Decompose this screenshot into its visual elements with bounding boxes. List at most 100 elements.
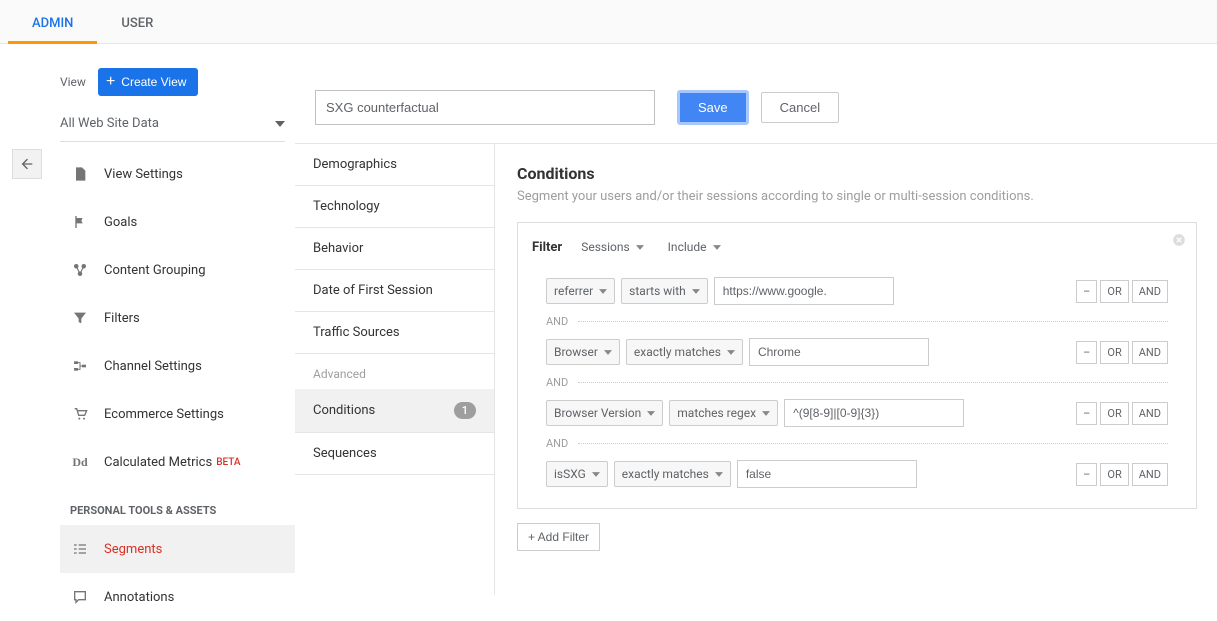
nav-goals[interactable]: Goals: [60, 198, 295, 246]
dimension-dropdown[interactable]: Browser Version: [546, 400, 663, 426]
remove-condition-button[interactable]: –: [1076, 463, 1097, 486]
cat-first-session[interactable]: Date of First Session: [295, 270, 494, 312]
nav-filters[interactable]: Filters: [60, 294, 295, 342]
nav-content-grouping[interactable]: Content Grouping: [60, 246, 295, 294]
caret-down-icon: [604, 350, 612, 355]
conditions-count-badge: 1: [454, 402, 476, 419]
cat-conditions-label: Conditions: [313, 403, 375, 418]
cat-conditions[interactable]: Conditions 1: [295, 389, 494, 433]
operator-dropdown[interactable]: matches regex: [669, 400, 778, 426]
caret-down-icon: [715, 472, 723, 477]
view-selected-value: All Web Site Data: [60, 116, 159, 131]
caret-down-icon: [727, 350, 735, 355]
operator-value: matches regex: [677, 406, 756, 420]
dimension-dropdown[interactable]: isSXG: [546, 461, 608, 487]
value-input[interactable]: [737, 460, 917, 488]
nav-label: Ecommerce Settings: [104, 407, 224, 422]
metrics-icon: Dd: [70, 452, 90, 472]
caret-down-icon: [762, 411, 770, 416]
nav-channel-settings[interactable]: Channel Settings: [60, 342, 295, 390]
operator-dropdown[interactable]: exactly matches: [614, 461, 731, 487]
cart-icon: [70, 404, 90, 424]
channel-icon: [70, 356, 90, 376]
dimension-dropdown[interactable]: Browser: [546, 339, 620, 365]
or-button[interactable]: OR: [1100, 402, 1128, 425]
remove-filter-button[interactable]: [1172, 233, 1186, 247]
filter-include-dropdown[interactable]: Include: [663, 237, 726, 257]
view-selector[interactable]: All Web Site Data: [60, 106, 285, 142]
save-button[interactable]: Save: [677, 90, 749, 125]
cat-behavior[interactable]: Behavior: [295, 228, 494, 270]
nav-label: Segments: [104, 542, 162, 557]
grouping-icon: [70, 260, 90, 280]
segments-icon: [70, 539, 90, 559]
remove-condition-button[interactable]: –: [1076, 402, 1097, 425]
filter-box: Filter Sessions Include refer: [517, 222, 1197, 509]
create-view-button[interactable]: + Create View: [98, 68, 199, 96]
and-button[interactable]: AND: [1132, 341, 1168, 364]
nav-annotations[interactable]: Annotations: [60, 573, 295, 621]
nav-label: Content Grouping: [104, 263, 206, 278]
dimension-dropdown[interactable]: referrer: [546, 278, 615, 304]
annotations-icon: [70, 587, 90, 607]
and-button[interactable]: AND: [1132, 280, 1168, 303]
filter-include-value: Include: [668, 240, 707, 254]
caret-down-icon: [636, 245, 644, 250]
or-button[interactable]: OR: [1100, 463, 1128, 486]
close-icon: [1172, 233, 1186, 247]
page-icon: [70, 164, 90, 184]
filter-scope-dropdown[interactable]: Sessions: [576, 237, 648, 257]
condition-row: isSXG exactly matches – OR AND: [532, 454, 1182, 494]
cancel-button[interactable]: Cancel: [761, 92, 839, 123]
nav-label: View Settings: [104, 167, 183, 182]
operator-value: exactly matches: [622, 467, 709, 481]
cat-advanced-header: Advanced: [295, 354, 494, 389]
value-input[interactable]: [784, 399, 964, 427]
nav-view-settings[interactable]: View Settings: [60, 150, 295, 198]
dimension-value: Browser Version: [554, 406, 641, 420]
operator-value: starts with: [629, 284, 686, 298]
panel-title: Conditions: [517, 164, 1197, 183]
arrow-left-icon: [19, 156, 35, 172]
cat-technology[interactable]: Technology: [295, 186, 494, 228]
or-button[interactable]: OR: [1100, 280, 1128, 303]
condition-row: Browser Version matches regex – OR AND: [532, 393, 1182, 433]
or-button[interactable]: OR: [1100, 341, 1128, 364]
filter-icon: [70, 308, 90, 328]
nav-label: Filters: [104, 311, 140, 326]
cat-demographics[interactable]: Demographics: [295, 144, 494, 186]
tab-user[interactable]: USER: [97, 4, 177, 43]
admin-tabs: ADMIN USER: [0, 0, 1217, 44]
operator-dropdown[interactable]: exactly matches: [626, 339, 743, 365]
sidebar: View + Create View All Web Site Data Vie…: [45, 44, 295, 595]
and-separator: AND: [532, 433, 1182, 454]
nav-ecommerce-settings[interactable]: Ecommerce Settings: [60, 390, 295, 438]
segment-name-input[interactable]: [315, 90, 655, 125]
caret-down-icon: [692, 289, 700, 294]
and-button[interactable]: AND: [1132, 402, 1168, 425]
operator-value: exactly matches: [634, 345, 721, 359]
back-button[interactable]: [12, 149, 42, 179]
value-input[interactable]: [714, 277, 894, 305]
value-input[interactable]: [749, 338, 929, 366]
tab-admin[interactable]: ADMIN: [8, 4, 97, 43]
nav-section-personal: PERSONAL TOOLS & ASSETS: [60, 486, 295, 525]
plus-icon: +: [106, 73, 115, 91]
operator-dropdown[interactable]: starts with: [621, 278, 708, 304]
and-button[interactable]: AND: [1132, 463, 1168, 486]
cat-sequences[interactable]: Sequences: [295, 433, 494, 475]
caret-down-icon: [592, 472, 600, 477]
remove-condition-button[interactable]: –: [1076, 341, 1097, 364]
remove-condition-button[interactable]: –: [1076, 280, 1097, 303]
dimension-value: Browser: [554, 345, 598, 359]
category-list: Demographics Technology Behavior Date of…: [295, 144, 495, 595]
panel-subtitle: Segment your users and/or their sessions…: [517, 189, 1197, 204]
filter-scope-value: Sessions: [581, 240, 629, 254]
nav-calculated-metrics[interactable]: Dd Calculated Metrics BETA: [60, 438, 295, 486]
add-filter-button[interactable]: + Add Filter: [517, 523, 600, 551]
and-separator: AND: [532, 311, 1182, 332]
nav-segments[interactable]: Segments: [60, 525, 295, 573]
cat-traffic[interactable]: Traffic Sources: [295, 312, 494, 354]
caret-down-icon: [275, 121, 285, 127]
nav-label: Annotations: [104, 590, 174, 605]
